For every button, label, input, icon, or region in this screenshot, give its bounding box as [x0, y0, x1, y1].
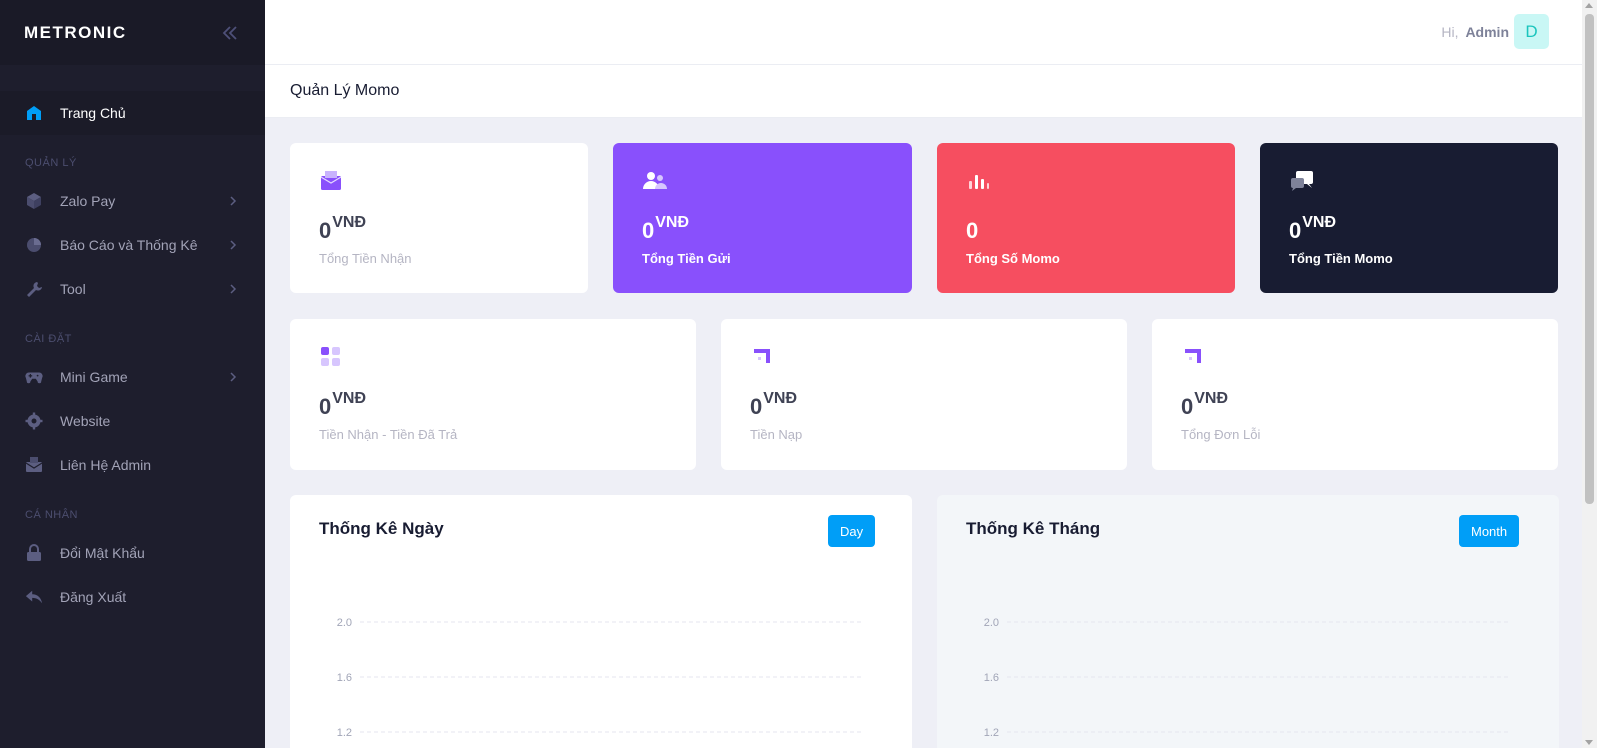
stat-card-total-momo-money: 0VNĐ Tổng Tiền Momo	[1260, 143, 1558, 293]
sidebar-item-label: Zalo Pay	[60, 193, 116, 209]
greeting-text: Hi,	[1441, 24, 1459, 40]
home-icon	[25, 104, 43, 122]
top-header: Hi, Admin D	[265, 0, 1582, 65]
gear-icon	[25, 412, 43, 430]
y-tick-label: 1.6	[337, 672, 352, 684]
scroll-up-arrow-icon[interactable]	[1585, 3, 1593, 8]
sidebar-header: METRONIC	[0, 0, 265, 65]
chart-panel-day: Thống Kê Ngày Day 2.0 1.6 1.2	[290, 495, 912, 748]
y-tick-label: 1.6	[984, 672, 999, 684]
y-tick-label: 2.0	[984, 617, 999, 629]
bar-chart-icon	[966, 169, 990, 193]
stat-value: 0	[966, 218, 979, 243]
stat-label: Tổng Tiền Momo	[1289, 251, 1393, 266]
page-scrollbar[interactable]	[1582, 0, 1597, 748]
stat-value: 0VNĐ	[319, 390, 367, 419]
y-tick-label: 2.0	[337, 617, 352, 629]
stat-card-received-minus-paid: 0VNĐ Tiền Nhận - Tiền Đã Trả	[290, 319, 696, 470]
sidebar-item-tool[interactable]: Tool	[0, 267, 265, 311]
corner-icon	[1181, 345, 1205, 369]
stat-card-total-received: 0VNĐ Tổng Tiền Nhận	[290, 143, 588, 293]
sidebar-item-label: Liên Hệ Admin	[60, 457, 152, 473]
corner-icon	[750, 345, 774, 369]
stat-card-error-orders: 0VNĐ Tổng Đơn Lỗi	[1152, 319, 1558, 470]
chevron-right-icon	[227, 194, 239, 206]
sidebar-item-label: Đăng Xuất	[60, 589, 127, 605]
scroll-down-arrow-icon[interactable]	[1585, 740, 1593, 745]
stat-value: 0VNĐ	[642, 214, 690, 243]
sidebar-item-home[interactable]: Trang Chủ	[0, 91, 265, 135]
stat-value: 0VNĐ	[1289, 214, 1337, 243]
chevron-right-icon	[227, 282, 239, 294]
user-name: Admin	[1465, 24, 1509, 40]
chevron-right-icon	[227, 238, 239, 250]
y-tick-label: 1.2	[984, 727, 999, 739]
sidebar-item-website[interactable]: Website	[0, 399, 265, 443]
lock-icon	[25, 544, 43, 562]
stat-label: Tiền Nạp	[750, 427, 803, 442]
user-greeting[interactable]: Hi, Admin	[1441, 24, 1509, 40]
sidebar-item-label: Mini Game	[60, 369, 128, 385]
scroll-thumb[interactable]	[1585, 14, 1594, 504]
sidebar-item-label: Website	[60, 413, 111, 429]
section-manage: QUẢN LÝ	[25, 157, 77, 169]
section-settings: CÀI ĐẶT	[25, 333, 72, 345]
stat-card-deposit: 0VNĐ Tiền Nạp	[721, 319, 1127, 470]
sidebar-item-label: Tool	[60, 281, 86, 297]
sidebar-item-reports[interactable]: Báo Cáo và Thống Kê	[0, 223, 265, 267]
stat-label: Tổng Số Momo	[966, 251, 1060, 266]
sidebar-item-label: Trang Chủ	[60, 105, 126, 121]
sidebar-item-label: Báo Cáo và Thống Kê	[60, 237, 198, 253]
day-chart: 2.0 1.6 1.2	[337, 617, 862, 739]
mail-icon	[25, 456, 43, 474]
sidebar-menu: Trang Chủ QUẢN LÝ Zalo Pay Báo Cáo và Th…	[0, 65, 265, 619]
chart-panel-month: Thống Kê Tháng Month 2.0 1.6 1.2	[937, 495, 1559, 748]
collapse-sidebar-icon[interactable]	[219, 22, 241, 44]
stat-label: Tiền Nhận - Tiền Đã Trả	[319, 427, 458, 442]
avatar[interactable]: D	[1514, 14, 1549, 49]
chevron-right-icon	[227, 370, 239, 382]
y-tick-label: 1.2	[337, 727, 352, 739]
box-icon	[25, 192, 43, 210]
grid-icon	[319, 345, 343, 369]
users-icon	[642, 169, 667, 193]
stat-value: 0VNĐ	[750, 390, 798, 419]
wrench-icon	[25, 280, 43, 298]
page-title: Quản Lý Momo	[290, 82, 400, 99]
subheader: Quản Lý Momo	[265, 65, 1582, 118]
month-chart: 2.0 1.6 1.2	[984, 617, 1509, 739]
sidebar-item-change-password[interactable]: Đổi Mật Khẩu	[0, 531, 265, 575]
stat-card-total-momo: 0 Tổng Số Momo	[937, 143, 1235, 293]
sidebar-item-mini-game[interactable]: Mini Game	[0, 355, 265, 399]
gamepad-icon	[25, 368, 43, 386]
stat-card-total-sent: 0VNĐ Tổng Tiền Gửi	[613, 143, 912, 293]
stat-label: Tổng Tiền Gửi	[642, 251, 731, 266]
stat-value: 0VNĐ	[319, 214, 367, 243]
logout-icon	[25, 588, 43, 606]
sidebar-item-logout[interactable]: Đăng Xuất	[0, 575, 265, 619]
chat-icon	[1289, 169, 1313, 193]
sidebar-item-zalo-pay[interactable]: Zalo Pay	[0, 179, 265, 223]
sidebar: METRONIC Trang Chủ QUẢN LÝ Zalo Pay Báo …	[0, 0, 265, 748]
brand-logo: METRONIC	[24, 22, 127, 42]
envelope-icon	[319, 169, 343, 193]
sidebar-item-contact-admin[interactable]: Liên Hệ Admin	[0, 443, 265, 487]
stat-label: Tổng Đơn Lỗi	[1181, 427, 1261, 442]
stat-label: Tổng Tiền Nhận	[319, 251, 412, 266]
pie-chart-icon	[25, 236, 43, 254]
sidebar-item-label: Đổi Mật Khẩu	[60, 545, 145, 561]
section-personal: CÁ NHÂN	[25, 509, 79, 521]
stat-value: 0VNĐ	[1181, 390, 1229, 419]
